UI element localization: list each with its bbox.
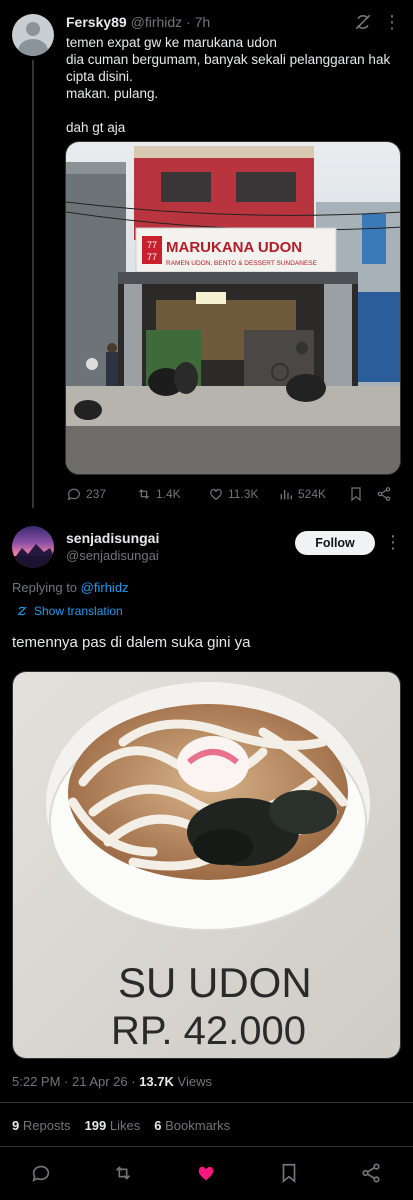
show-translation-link[interactable]: Show translation xyxy=(16,604,123,618)
like-icon[interactable] xyxy=(195,1162,217,1184)
bookmarks-stat[interactable]: 6 Bookmarks xyxy=(154,1118,230,1133)
parent-avatar[interactable] xyxy=(12,14,54,56)
parent-action-bar: 237 1.4K 11.3K 524K xyxy=(66,486,396,504)
views-button[interactable]: 524K xyxy=(278,486,326,502)
grok-icon[interactable] xyxy=(353,12,373,32)
likes-stat[interactable]: 199 Likes xyxy=(85,1118,141,1133)
udon-menu-photo: SU UDON RP. 42.000 xyxy=(13,672,400,1058)
repost-button[interactable]: 1.4K xyxy=(136,486,181,502)
likes-count: 199 xyxy=(84,1118,107,1133)
likes-label: Likes xyxy=(109,1118,141,1133)
translate-icon xyxy=(17,606,27,616)
reply-icon[interactable] xyxy=(30,1162,52,1184)
reply-button[interactable]: 237 xyxy=(66,486,106,502)
sign-logo-text: 77 xyxy=(147,252,157,262)
parent-header: Fersky89 @firhidz · 7h xyxy=(66,14,210,30)
follow-button[interactable]: Follow xyxy=(295,531,375,555)
replying-to: Replying to @firhidz xyxy=(12,580,129,595)
timestamp-text[interactable]: 5:22 PM · 21 Apr 26 · xyxy=(12,1074,136,1089)
parent-author-name[interactable]: Fersky89 xyxy=(66,14,127,30)
bookmarks-label: Bookmarks xyxy=(165,1118,231,1133)
reply-author-handle[interactable]: @senjadisungai xyxy=(66,548,159,563)
parent-text-line: dia cuman bergumam, banyak sekali pelang… xyxy=(66,52,391,67)
bookmarks-count: 6 xyxy=(154,1118,162,1133)
parent-author-handle[interactable]: @firhidz xyxy=(131,14,183,30)
reply-photo[interactable]: SU UDON RP. 42.000 xyxy=(12,671,401,1059)
reposts-count: 9 xyxy=(12,1118,20,1133)
parent-text-line xyxy=(66,102,396,119)
reply-more-icon[interactable]: ⋮ xyxy=(384,532,402,554)
like-button[interactable]: 11.3K xyxy=(208,486,258,502)
sign-title: MARUKANA UDON xyxy=(166,239,302,256)
repost-icon[interactable] xyxy=(112,1162,134,1184)
views-count: 524K xyxy=(298,487,327,501)
show-translation-label: Show translation xyxy=(34,604,123,618)
views-count: 13.7K xyxy=(139,1074,174,1089)
like-icon xyxy=(210,488,222,501)
repost-icon xyxy=(138,489,150,499)
parent-time[interactable]: · 7h xyxy=(186,14,210,30)
storefront-photo: 77 77 MARUKANA UDON RAMEN UDON, BENTO & … xyxy=(66,142,400,474)
reply-count: 237 xyxy=(86,487,107,501)
parent-tweet-text: temen expat gw ke marukana udon dia cuma… xyxy=(66,34,396,136)
share-icon[interactable] xyxy=(360,1162,382,1184)
reply-author-name[interactable]: senjadisungai xyxy=(66,530,159,546)
replying-mention[interactable]: @firhidz xyxy=(81,580,129,595)
reply-icon xyxy=(67,488,80,501)
bookmark-icon[interactable] xyxy=(348,486,364,502)
divider xyxy=(0,1102,413,1103)
menu-item-price: RP. 42.000 xyxy=(111,1009,306,1053)
like-count: 11.3K xyxy=(228,487,259,501)
sign-subtitle: RAMEN UDON, BENTO & DESSERT SUNDANESE xyxy=(166,260,318,267)
reposts-label: Reposts xyxy=(22,1118,71,1133)
reply-action-bar xyxy=(0,1150,413,1194)
parent-photo[interactable]: 77 77 MARUKANA UDON RAMEN UDON, BENTO & … xyxy=(65,141,401,475)
menu-item-name: SU UDON xyxy=(118,959,312,1006)
parent-text-line: dah gt aja xyxy=(66,120,126,135)
share-icon[interactable] xyxy=(376,486,392,502)
engagement-stats: 9 Reposts 199 Likes 6 Bookmarks xyxy=(12,1118,230,1133)
parent-text-line: makan. pulang. xyxy=(66,86,159,101)
thread-line xyxy=(32,60,34,508)
reply-tweet-text: temennya pas di dalem suka gini ya xyxy=(12,634,251,651)
repost-count: 1.4K xyxy=(156,487,181,501)
reposts-stat[interactable]: 9 Reposts xyxy=(12,1118,71,1133)
parent-more-icon[interactable]: ⋮ xyxy=(383,12,401,32)
views-label: Views xyxy=(177,1074,212,1089)
tweet-timestamp: 5:22 PM · 21 Apr 26 · 13.7K Views xyxy=(12,1074,212,1089)
divider xyxy=(0,1146,413,1147)
parent-text-line: cipta disini. xyxy=(66,69,133,84)
views-icon xyxy=(280,490,292,500)
sign-logo-text: 77 xyxy=(147,240,157,250)
parent-text-line: temen expat gw ke marukana udon xyxy=(66,35,277,50)
reply-avatar[interactable] xyxy=(12,526,54,568)
replying-prefix: Replying to xyxy=(12,580,78,595)
bookmark-icon[interactable] xyxy=(278,1162,300,1184)
